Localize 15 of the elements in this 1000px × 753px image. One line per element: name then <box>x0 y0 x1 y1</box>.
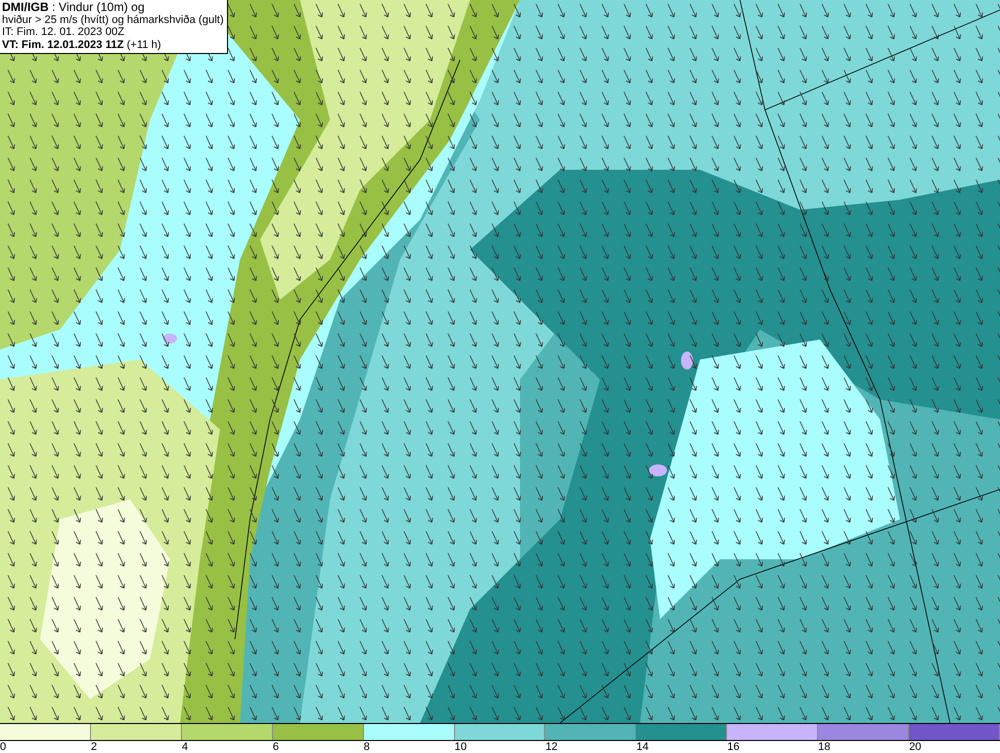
legend-label: 12 <box>545 741 559 753</box>
caption-line: VT: Fim. 12.01.2023 11Z (+11 h) <box>2 38 162 51</box>
legend-label: 6 <box>272 741 280 753</box>
legend-label: 8 <box>364 741 371 753</box>
caption-line: IT: Fim. 12. 01. 2023 00Z <box>2 26 126 38</box>
legend-label: 4 <box>182 741 189 753</box>
caption-line: hviður > 25 m/s (hvítt) og hámarkshviða (gult) <box>2 14 224 26</box>
legend-label: 14 <box>636 741 650 753</box>
caption-line: DMI/IGB : Vindur (10m) og <box>2 1 146 14</box>
legend-label: 20 <box>909 741 922 753</box>
legend-label: 2 <box>90 741 98 753</box>
legend-label: 10 <box>454 741 468 753</box>
legend-label: 16 <box>727 741 740 753</box>
legend-label: 18 <box>818 741 832 753</box>
legend-label: 0 <box>0 741 8 753</box>
